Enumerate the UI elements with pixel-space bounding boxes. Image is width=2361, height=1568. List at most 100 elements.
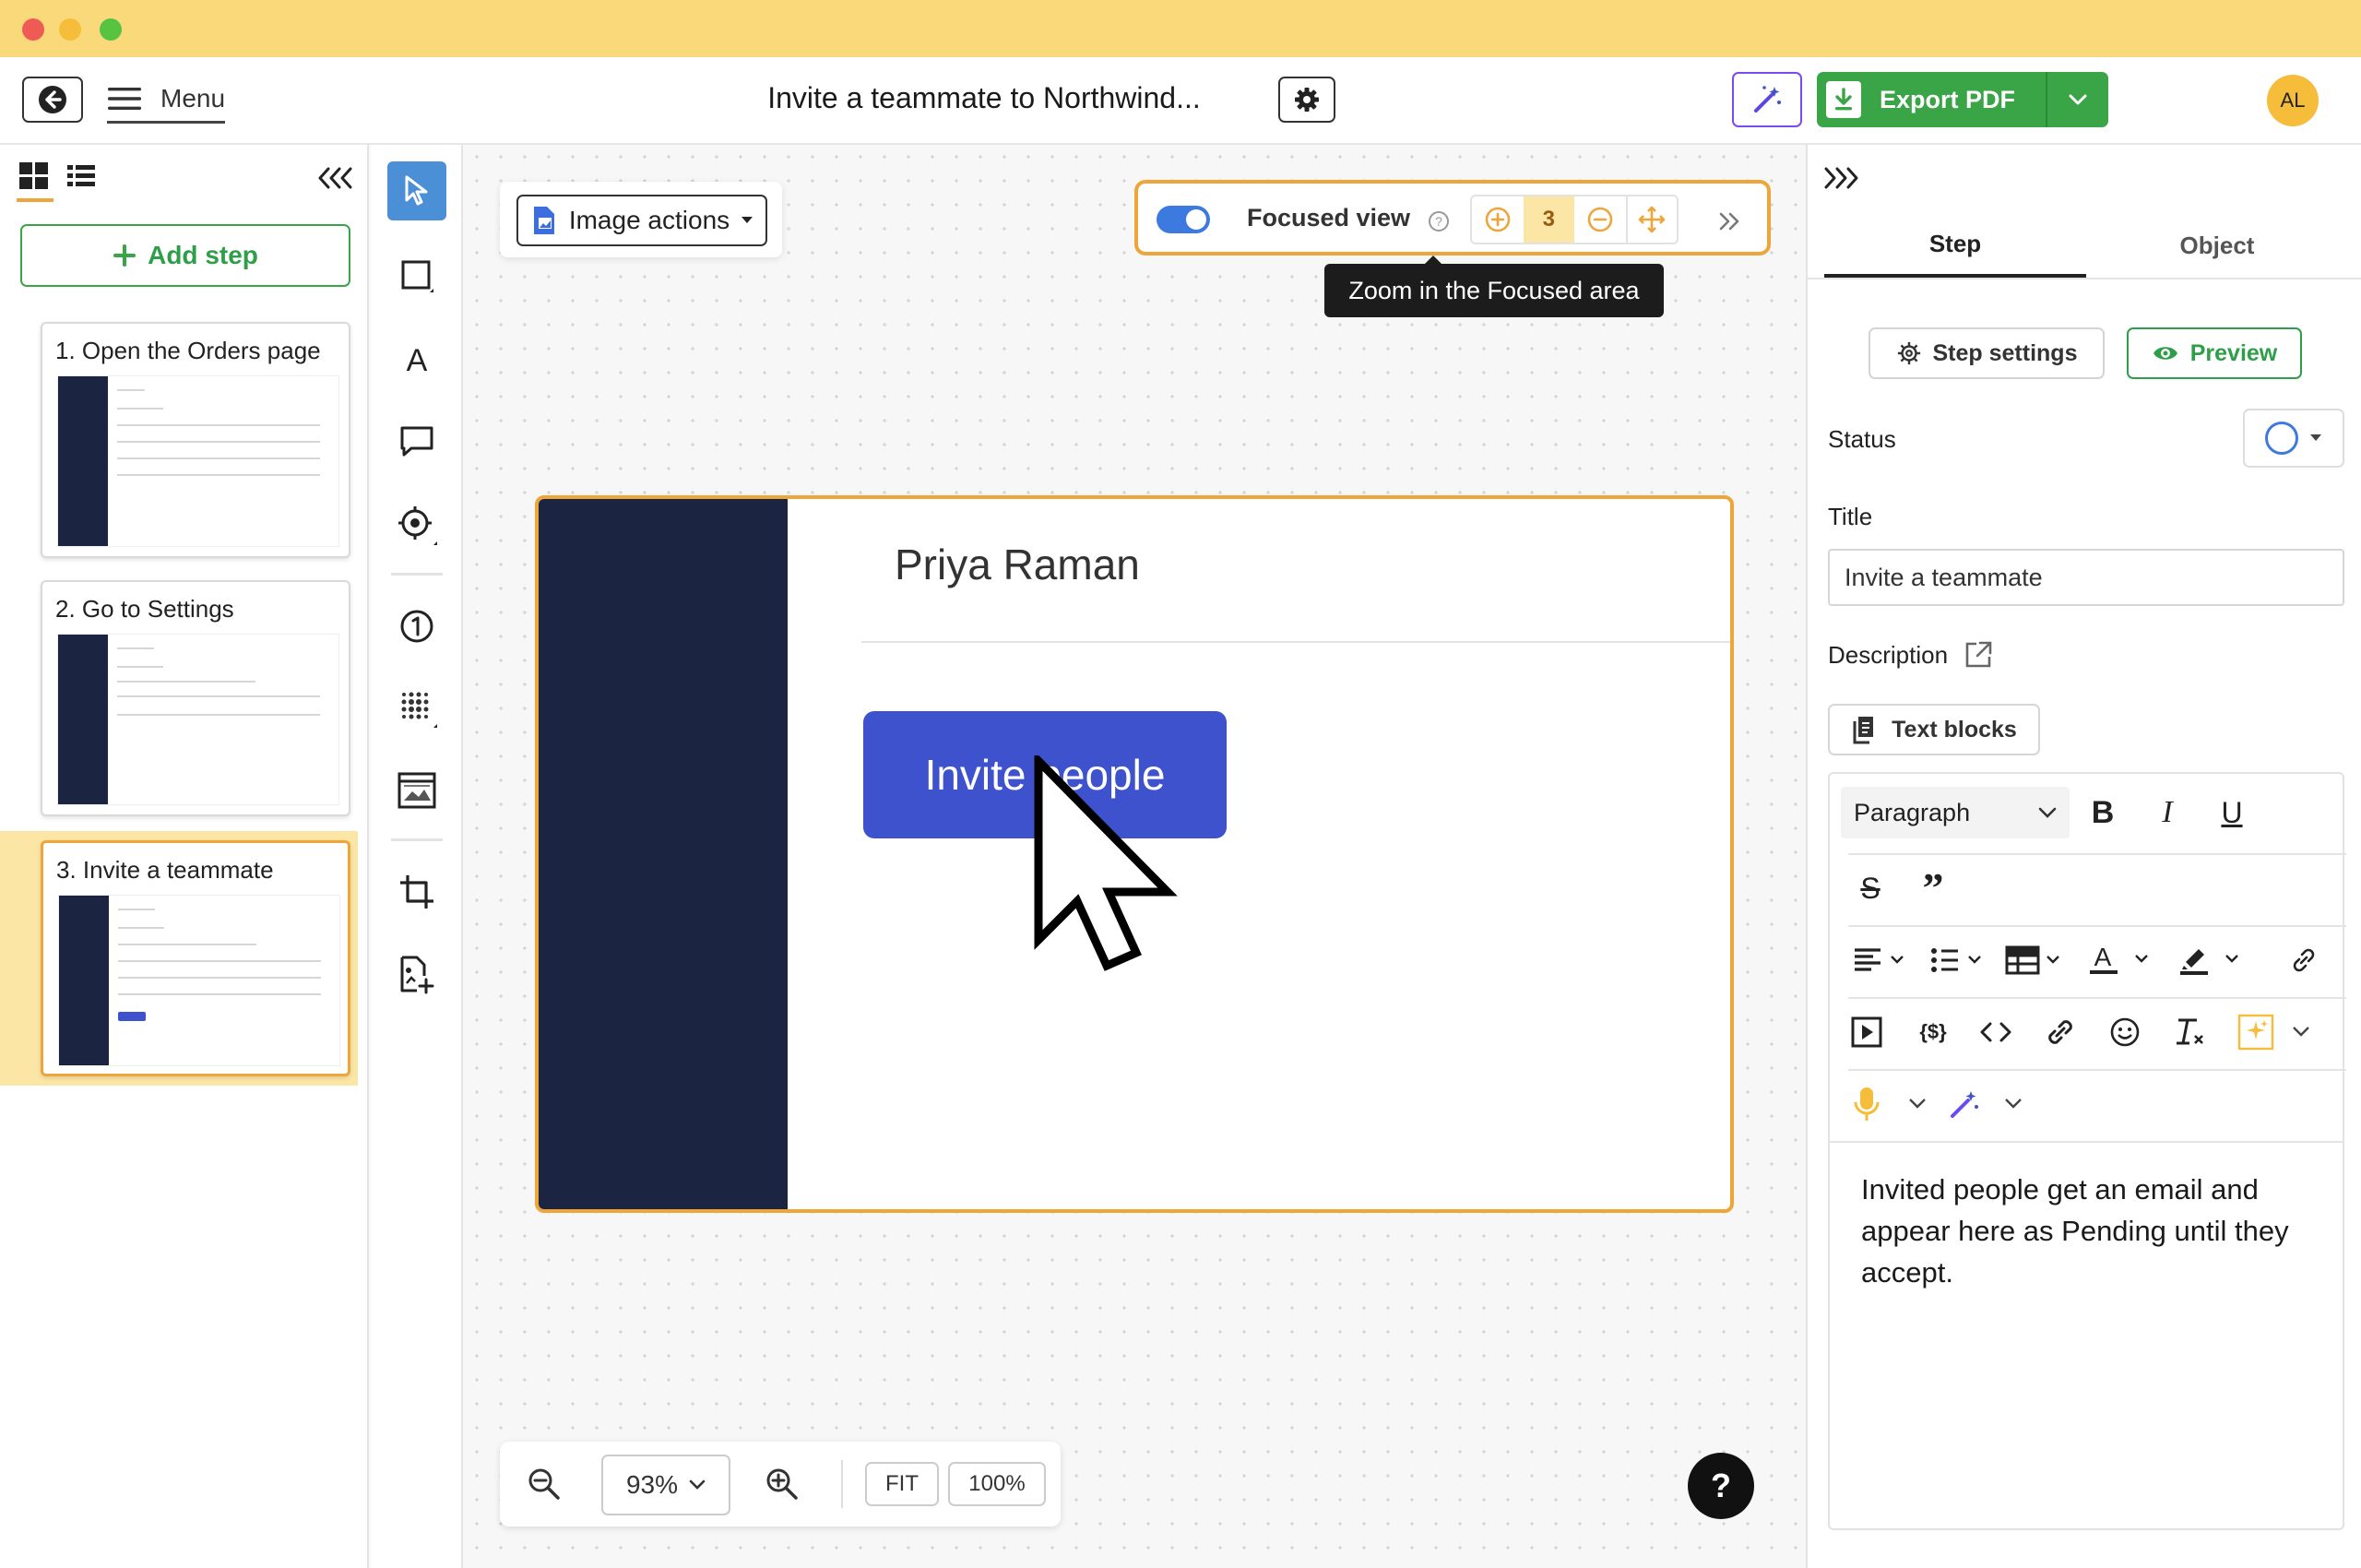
chevrons-right-icon[interactable]: [1717, 210, 1743, 232]
text-color-button[interactable]: A: [2084, 940, 2158, 980]
status-select[interactable]: [2243, 409, 2344, 468]
image-actions-container: Image actions: [500, 182, 782, 257]
blockquote-button[interactable]: ”: [1913, 864, 1953, 911]
minimize-window-button[interactable]: [59, 18, 81, 41]
collapse-panel-button[interactable]: [317, 165, 354, 191]
chevrons-right-icon[interactable]: [1822, 165, 1859, 191]
image-tool[interactable]: [387, 761, 446, 820]
zoom-level-select[interactable]: 93%: [601, 1455, 730, 1515]
table-button[interactable]: [2001, 940, 2068, 980]
strikethrough-button[interactable]: S: [1850, 868, 1891, 909]
zoom-in-icon[interactable]: [764, 1466, 801, 1503]
code-button[interactable]: [1975, 1012, 2016, 1052]
tab-object[interactable]: Object: [2086, 213, 2348, 278]
actual-size-button[interactable]: 100%: [948, 1462, 1046, 1506]
paragraph-style-select[interactable]: Paragraph: [1841, 787, 2070, 838]
focus-move-button[interactable]: [1625, 196, 1678, 243]
zoom-window-button[interactable]: [100, 18, 122, 41]
chevron-down-icon[interactable]: [2003, 1097, 2023, 1110]
crosshair-icon: [398, 506, 437, 545]
annotation-toolbar: A: [371, 145, 463, 1568]
smiley-icon: [2110, 1017, 2140, 1047]
underline-button[interactable]: U: [2212, 792, 2252, 833]
svg-text:A: A: [2094, 944, 2112, 971]
add-step-button[interactable]: Add step: [20, 224, 350, 287]
comment-tool[interactable]: [387, 412, 446, 471]
chevron-down-icon[interactable]: [1907, 1097, 1928, 1110]
export-options-dropdown[interactable]: [2046, 72, 2108, 127]
text-blocks-button[interactable]: Text blocks: [1828, 704, 2040, 755]
fit-button[interactable]: FIT: [865, 1462, 939, 1506]
eye-icon: [2153, 347, 2177, 360]
document-title: Invite a teammate to Northwind...: [767, 81, 1201, 114]
microphone-icon: [1854, 1087, 1880, 1121]
external-link-icon[interactable]: [1963, 639, 1994, 671]
play-video-icon: [1851, 1016, 1882, 1048]
focused-view-toggle[interactable]: [1157, 206, 1210, 233]
close-window-button[interactable]: [22, 18, 44, 41]
table-icon: [2005, 945, 2059, 975]
emoji-button[interactable]: [2105, 1012, 2145, 1052]
blur-tool[interactable]: [387, 678, 446, 737]
image-actions-button[interactable]: Image actions: [516, 195, 767, 246]
highlight-button[interactable]: [2175, 940, 2248, 980]
hotspot-tool[interactable]: [387, 495, 446, 554]
title-input[interactable]: Invite a teammate: [1828, 549, 2344, 606]
menu-button[interactable]: Menu: [107, 79, 226, 124]
clear-formatting-icon: [2177, 1018, 2203, 1045]
step-screenshot[interactable]: Priya Raman Invite people: [535, 495, 1734, 1213]
variable-button[interactable]: {$}: [1913, 1012, 1953, 1052]
focused-view-label: Focused view: [1247, 204, 1411, 232]
ai-magic-button[interactable]: [1732, 72, 1802, 127]
list-button[interactable]: [1926, 940, 1990, 980]
insert-link-button[interactable]: [2040, 1012, 2081, 1052]
document-settings-button[interactable]: [1278, 77, 1335, 123]
help-button[interactable]: ?: [1688, 1453, 1754, 1519]
grid-view-toggle[interactable]: [17, 161, 53, 202]
clear-format-button[interactable]: [2169, 1012, 2210, 1052]
bold-button[interactable]: B: [2082, 792, 2123, 833]
rich-text-editor: Paragraph B I U S ” A {$} Invited people…: [1828, 772, 2346, 1530]
crop-tool[interactable]: [387, 862, 446, 921]
user-avatar[interactable]: AL: [2267, 75, 2319, 126]
document-blocks-icon: [1853, 717, 1874, 744]
editor-content[interactable]: Invited people get an email and appear h…: [1861, 1169, 2322, 1293]
ai-sparkle-button[interactable]: [2236, 1012, 2276, 1052]
focus-zoom-in-button[interactable]: [1472, 196, 1524, 243]
number-tool[interactable]: [387, 597, 446, 656]
pointer-tool[interactable]: [387, 161, 446, 220]
ai-rewrite-button[interactable]: [1944, 1084, 1985, 1124]
tab-step[interactable]: Step: [1824, 213, 2086, 278]
step-card-2[interactable]: 2. Go to Settings: [41, 580, 350, 816]
step-title: 1. Open the Orders page: [55, 337, 321, 364]
italic-button[interactable]: I: [2147, 792, 2188, 833]
rectangle-tool[interactable]: [387, 246, 446, 305]
voice-button[interactable]: [1846, 1084, 1887, 1124]
text-tool[interactable]: A: [387, 331, 446, 390]
export-pdf-button[interactable]: Export PDF: [1817, 72, 2046, 127]
back-button[interactable]: [22, 77, 83, 123]
video-button[interactable]: [1846, 1012, 1887, 1052]
add-image-tool[interactable]: [387, 945, 446, 1004]
gear-icon: [1897, 341, 1920, 365]
active-view-indicator: [17, 198, 53, 202]
highlighter-icon: [2180, 949, 2238, 975]
focus-zoom-group: 3: [1470, 195, 1679, 244]
link-button[interactable]: [2284, 940, 2324, 980]
step-settings-button[interactable]: Step settings: [1869, 327, 2105, 379]
align-button[interactable]: [1848, 940, 1913, 980]
step-card-1[interactable]: 1. Open the Orders page: [41, 322, 350, 558]
zoom-out-icon[interactable]: [526, 1466, 563, 1503]
cursor-arrow-icon: [405, 175, 428, 206]
step-card-3[interactable]: 3. Invite a teammate: [41, 840, 350, 1076]
focus-zoom-out-button[interactable]: [1574, 196, 1626, 243]
preview-button[interactable]: Preview: [2127, 327, 2302, 379]
list-view-toggle[interactable]: [66, 163, 96, 189]
zoom-divider: [841, 1460, 843, 1508]
editor-canvas[interactable]: Image actions Focused view ? 3 Zoom in t…: [465, 145, 1806, 1568]
back-arrow-icon: [39, 86, 66, 113]
description-label: Description: [1828, 641, 1949, 669]
chevron-down-icon[interactable]: [2291, 1025, 2311, 1038]
help-circle-icon[interactable]: ?: [1428, 210, 1450, 232]
mouse-cursor-icon: [1034, 755, 1178, 971]
